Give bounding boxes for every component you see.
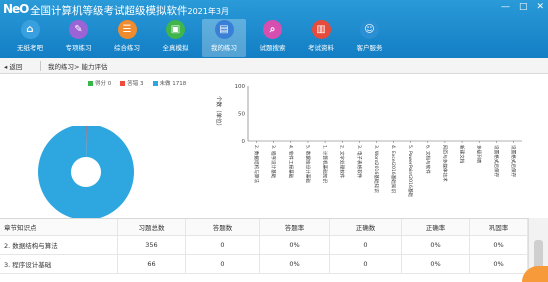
table-cell: 0% [402, 236, 470, 254]
column-header: 答题数 [186, 219, 260, 235]
x-tick-label: 3. Word2016基础知识 [373, 145, 380, 193]
table-cell: 0% [470, 236, 528, 254]
table-cell: 0% [402, 255, 470, 273]
table-row[interactable]: 2. 数据结构与算法 356 0 0% 0 0% 0% [0, 236, 528, 255]
column-header: 章节知识点 [0, 219, 118, 235]
x-tick-label: 5. 数据库设计基础 [304, 145, 311, 183]
x-tick-label: 设置格式后保存 [493, 145, 500, 178]
x-tick-label: 3. 电子表格软件 [356, 145, 363, 179]
table-cell: 0 [186, 255, 260, 273]
x-tick-label: 4. 软件工程基础 [287, 145, 294, 179]
x-tick-label: 6. 文档与软件 [424, 145, 431, 174]
column-header: 正确数 [330, 219, 402, 235]
table-row[interactable]: 3. 程序设计基础 66 0 0% 0 0% 0% [0, 255, 528, 274]
x-tick-label: 网页与多媒体技术 [441, 145, 448, 182]
y-tick-label: 100 [235, 84, 246, 90]
table-cell: 0 [330, 255, 402, 273]
x-tick-label: 1. 计算机基础知识 [322, 145, 329, 183]
y-axis-label: 个数（单位） [215, 96, 223, 129]
x-tick-label: 设置格式后保存 [510, 145, 517, 178]
knowledge-table: 章节知识点 习题总数 答题数 答题率 正确数 正确率 巩固率 2. 数据结构与算法 356 0 0%… [0, 218, 528, 282]
x-tick-label: 2. 数据结构与算法 [253, 145, 260, 183]
table-cell: 0 [330, 236, 402, 254]
table-header: 章节知识点 习题总数 答题数 答题率 正确数 正确率 巩固率 [0, 219, 528, 236]
column-header: 巩固率 [470, 219, 528, 235]
table-cell: 66 [118, 255, 186, 273]
x-tick-label: 3. 程序设计基础 [270, 145, 277, 179]
x-tick-label: 4. Excel2016基础知识 [390, 145, 397, 193]
table-cell: 0% [470, 255, 528, 273]
table-cell: 356 [118, 236, 186, 254]
table-cell: 0% [260, 255, 330, 273]
table-cell: 0 [186, 236, 260, 254]
table-cell: 3. 程序设计基础 [0, 255, 118, 273]
y-tick-label: 0 [242, 139, 246, 145]
x-tick-label: 新建文档 [459, 145, 466, 164]
x-tick-label: 5. PowerPoint2016基础 [407, 145, 414, 197]
column-header: 答题率 [260, 219, 330, 235]
app-window: NeO 全国计算机等级考试超级模拟软件2021年3月 — □ ✕ ⌂ 无纸考吧 ✎ 专… [0, 0, 548, 282]
table-cell: 2. 数据结构与算法 [0, 236, 118, 254]
x-tick-label: 2. 文字处理软件 [339, 145, 346, 179]
x-tick-label: 多级列表 [476, 145, 483, 164]
table-cell: 0% [260, 236, 330, 254]
column-header: 正确率 [402, 219, 470, 235]
y-tick-label: 50 [238, 112, 245, 118]
column-header: 习题总数 [118, 219, 186, 235]
